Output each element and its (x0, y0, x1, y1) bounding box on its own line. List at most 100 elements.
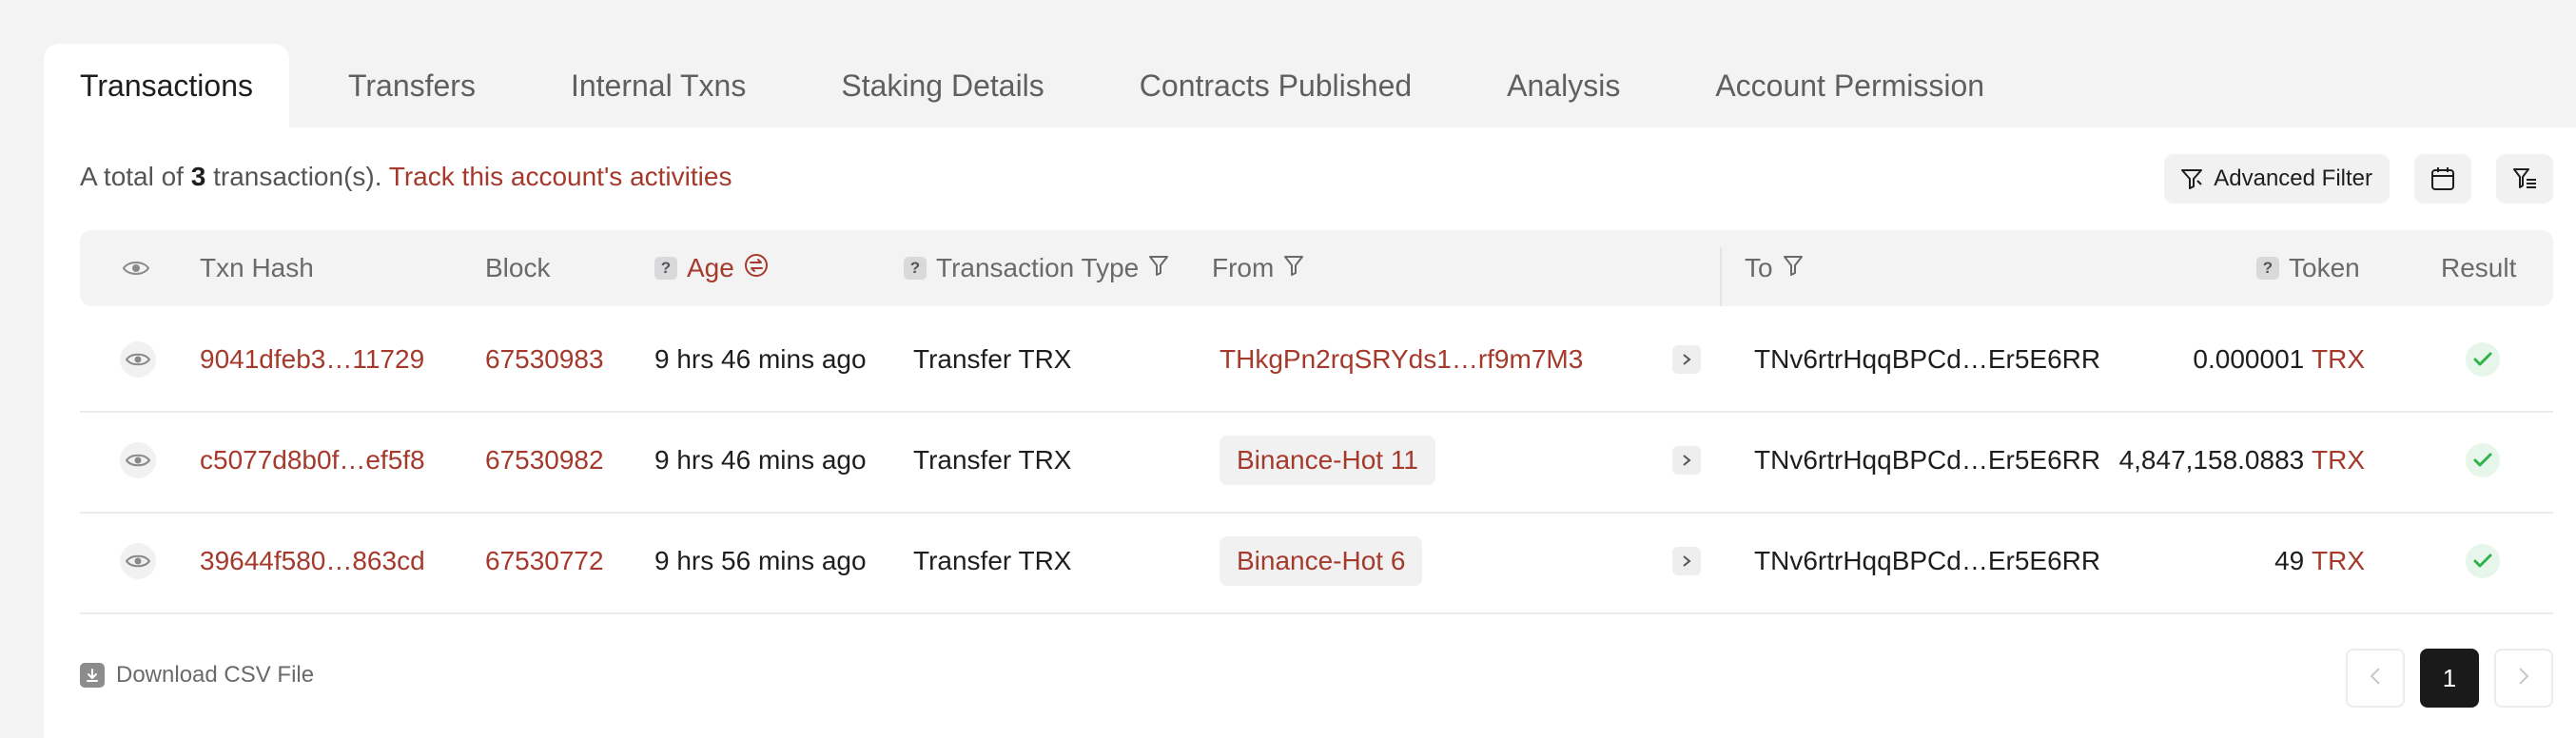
tab-staking-details[interactable]: Staking Details (805, 44, 1080, 127)
txn-age: 9 hrs 46 mins ago (654, 344, 867, 374)
column-divider (1720, 247, 1722, 306)
filter-icon[interactable] (1283, 253, 1304, 283)
tab-transactions[interactable]: Transactions (44, 44, 289, 127)
txn-age: 9 hrs 46 mins ago (654, 445, 867, 475)
eye-icon[interactable] (120, 543, 156, 579)
track-activities-link[interactable]: Track this account's activities (389, 162, 732, 191)
row-preview[interactable] (120, 310, 156, 409)
amount: 4,847,158.0883 (2118, 445, 2305, 475)
direction-arrow (1672, 512, 1701, 611)
help-icon: ? (654, 257, 677, 280)
token-link[interactable]: TRX (2312, 445, 2365, 476)
direction-arrow (1672, 411, 1701, 510)
download-csv-link[interactable]: Download CSV File (80, 662, 314, 689)
token-link[interactable]: TRX (2312, 546, 2365, 576)
chevron-left-icon (2369, 664, 2382, 693)
result-status (2466, 512, 2500, 611)
transaction-summary: A total of 3 transaction(s). Track this … (80, 162, 732, 192)
header-transaction-type[interactable]: ? Transaction Type (904, 230, 1169, 306)
header-result: Result (2441, 253, 2517, 282)
block-link[interactable]: 67530772 (485, 512, 604, 611)
header-to-label: To (1745, 253, 1773, 282)
header-from-label: From (1212, 253, 1275, 282)
table-toolbar: Advanced Filter (2164, 154, 2553, 204)
from-address-tag[interactable]: Binance-Hot 6 (1220, 536, 1423, 586)
filter-icon (2179, 166, 2204, 191)
header-visibility-icon (122, 230, 150, 306)
calendar-icon (2430, 165, 2456, 192)
header-age-label: Age (687, 253, 734, 282)
header-txn-hash: Txn Hash (200, 253, 314, 282)
filter-icon[interactable] (1148, 253, 1169, 283)
header-age[interactable]: ? Age (654, 230, 769, 306)
to-address: TNv6rtrHqqBPCd…Er5E6RR (1754, 546, 2101, 575)
from-tag: Binance-Hot 11 (1220, 411, 1435, 510)
table-row: c5077d8b0f…ef5f8 67530982 9 hrs 46 mins … (80, 411, 2553, 514)
row-preview[interactable] (120, 411, 156, 510)
next-page-button[interactable] (2494, 649, 2553, 708)
download-icon (80, 663, 105, 688)
help-icon: ? (2256, 257, 2279, 280)
tab-contracts-published[interactable]: Contracts Published (1103, 44, 1448, 127)
amount: 49 (2274, 546, 2305, 575)
pagination: 1 (2346, 649, 2553, 708)
column-settings-button[interactable] (2496, 154, 2553, 204)
previous-page-button[interactable] (2346, 649, 2405, 708)
advanced-filter-button[interactable]: Advanced Filter (2164, 154, 2390, 204)
success-check-icon (2466, 544, 2500, 578)
amount: 0.000001 (2193, 344, 2305, 374)
transactions-panel: A total of 3 transaction(s). Track this … (44, 127, 2576, 738)
header-token-label: Token (2289, 253, 2360, 282)
txn-type: Transfer TRX (913, 445, 1072, 475)
header-to[interactable]: To (1745, 230, 1804, 306)
filter-icon[interactable] (1783, 253, 1804, 283)
tab-transfers[interactable]: Transfers (312, 44, 512, 127)
amount-cell: 4,847,158.0883 TRX (2119, 411, 2365, 510)
from-address-link[interactable]: THkgPn2rqSRYds1…rf9m7M3 (1220, 310, 1583, 409)
header-type-label: Transaction Type (936, 253, 1140, 282)
chevron-right-icon (1672, 446, 1701, 475)
txn-type: Transfer TRX (913, 344, 1072, 374)
tab-account-permission[interactable]: Account Permission (1679, 44, 2020, 127)
to-address: TNv6rtrHqqBPCd…Er5E6RR (1754, 344, 2101, 374)
result-status (2466, 310, 2500, 409)
transaction-count: 3 (190, 162, 206, 191)
download-csv-label: Download CSV File (116, 662, 315, 688)
from-address-tag[interactable]: Binance-Hot 11 (1220, 436, 1435, 485)
from-tag: Binance-Hot 6 (1220, 512, 1423, 611)
txn-hash-link[interactable]: 9041dfeb3…11729 (200, 310, 424, 409)
help-icon: ? (904, 257, 927, 280)
tab-bar: Transactions Transfers Internal Txns Sta… (44, 44, 2020, 127)
block-link[interactable]: 67530983 (485, 310, 604, 409)
tab-analysis[interactable]: Analysis (1471, 44, 1656, 127)
summary-prefix: A total of (80, 162, 184, 191)
header-from[interactable]: From (1212, 230, 1304, 306)
tab-internal-txns[interactable]: Internal Txns (535, 44, 782, 127)
to-address: TNv6rtrHqqBPCd…Er5E6RR (1754, 445, 2101, 475)
amount-cell: 49 TRX (2274, 512, 2365, 611)
txn-hash-link[interactable]: 39644f580…863cd (200, 512, 425, 611)
page-button-current[interactable]: 1 (2420, 649, 2479, 708)
txn-hash-link[interactable]: c5077d8b0f…ef5f8 (200, 411, 425, 510)
chevron-right-icon (2517, 664, 2530, 693)
token-link[interactable]: TRX (2312, 344, 2365, 375)
chevron-right-icon (1672, 547, 1701, 575)
direction-arrow (1672, 310, 1701, 409)
eye-icon[interactable] (120, 442, 156, 478)
block-link[interactable]: 67530982 (485, 411, 604, 510)
table-row: 9041dfeb3…11729 67530983 9 hrs 46 mins a… (80, 310, 2553, 413)
table-row: 39644f580…863cd 67530772 9 hrs 56 mins a… (80, 512, 2553, 614)
date-range-button[interactable] (2414, 154, 2471, 204)
summary-suffix: transaction(s). (213, 162, 382, 191)
row-preview[interactable] (120, 512, 156, 611)
header-block: Block (485, 253, 551, 282)
eye-icon[interactable] (120, 341, 156, 378)
toggle-format-icon[interactable] (744, 253, 769, 284)
txn-age: 9 hrs 56 mins ago (654, 546, 867, 575)
header-token: ? Token (2256, 230, 2360, 306)
result-status (2466, 411, 2500, 510)
table-header: Txn Hash Block ? Age ? Transaction Type … (80, 230, 2553, 306)
success-check-icon (2466, 342, 2500, 377)
advanced-filter-label: Advanced Filter (2214, 165, 2372, 191)
txn-type: Transfer TRX (913, 546, 1072, 575)
